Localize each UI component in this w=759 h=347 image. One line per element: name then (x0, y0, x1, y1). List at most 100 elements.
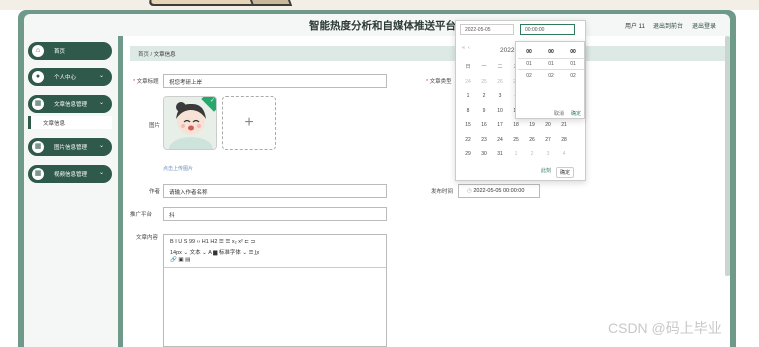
calendar-day[interactable]: 28 (556, 134, 572, 146)
calendar-day[interactable]: 26 (492, 76, 508, 88)
banner-illustration-2 (247, 0, 293, 6)
add-image-button[interactable]: + (222, 96, 276, 150)
calendar-day[interactable]: 24 (492, 134, 508, 146)
calendar-day[interactable]: 25 (476, 76, 492, 88)
breadcrumb-current: 文章信息 (153, 52, 176, 58)
content-label: 文章内容 (136, 235, 159, 241)
author-input[interactable]: 请输入作者名称 (163, 184, 387, 198)
calendar-day[interactable]: 3 (492, 90, 508, 102)
title-label: * 文章标题 (133, 79, 159, 85)
calendar-day[interactable]: 4 (556, 148, 572, 160)
seconds-column[interactable]: 00 01 02 (562, 46, 584, 82)
calendar-day[interactable]: 1 (460, 90, 476, 102)
calendar-day[interactable]: 16 (476, 119, 492, 131)
chevron-down-icon: ⌄ (98, 100, 104, 106)
title-input[interactable]: 祝您考研上岸 (163, 74, 387, 88)
upload-hint: 点击上传图片 (163, 166, 194, 172)
time-option[interactable]: 01 (562, 58, 584, 70)
minutes-column[interactable]: 00 01 02 (540, 46, 562, 82)
time-ok-button[interactable]: 确定 (571, 110, 581, 117)
sidebar-item-articles[interactable]: ▦ 文章信息管理 ⌄ (28, 95, 112, 113)
hours-column[interactable]: 00 01 02 (518, 46, 540, 82)
calendar-day[interactable]: 30 (476, 148, 492, 160)
calendar-day[interactable]: 19 (524, 119, 540, 131)
breadcrumb: 首页 / 文章信息 (130, 46, 726, 61)
sidebar-item-images[interactable]: ▦ 图片信息管理 ⌄ (28, 138, 112, 156)
breadcrumb-separator: / (150, 52, 153, 58)
now-button[interactable]: 此刻 (541, 167, 551, 174)
calendar-day[interactable]: 17 (492, 119, 508, 131)
calendar-day[interactable]: 2 (524, 148, 540, 160)
calendar-day[interactable]: 26 (524, 134, 540, 146)
user-icon: ● (32, 71, 44, 83)
page: 智能热度分析和自媒体推送平台 用户 11 退出到前台 退出登录 ⌂ 首页 ● 个… (0, 0, 759, 347)
calendar-day[interactable]: 27 (540, 134, 556, 146)
chevron-down-icon: ⌄ (98, 170, 104, 176)
sidebar-item-profile[interactable]: ● 个人中心 ⌄ (28, 68, 112, 86)
header: 智能热度分析和自媒体推送平台 用户 11 退出到前台 退出登录 (24, 14, 730, 36)
time-cancel-button[interactable]: 取消 (554, 110, 564, 117)
calendar-day[interactable]: 24 (460, 76, 476, 88)
rich-text-editor[interactable]: B I U S 99 ‹› H1 H2 ☰ ☰ x₂ x² ⊏ ⊐ 14px ⌄… (163, 234, 387, 347)
editor-toolbar-row-3[interactable]: 🔗 ▣ ▤ (170, 257, 190, 263)
back-to-frontend-link[interactable]: 退出到前台 (653, 21, 683, 30)
author-label: 作者 (149, 189, 161, 195)
watermark: CSDN @码上毕业 (608, 320, 722, 336)
time-option[interactable]: 01 (518, 58, 540, 70)
sidebar-item-videos[interactable]: ▦ 视频信息管理 ⌄ (28, 165, 112, 183)
calendar-day[interactable]: 3 (540, 148, 556, 160)
calendar-day[interactable]: 23 (476, 134, 492, 146)
picker-date-input[interactable]: 2022-05-05 (460, 24, 514, 35)
calendar-day[interactable]: 9 (476, 105, 492, 117)
chevron-down-icon: ⌄ (98, 143, 104, 149)
user-name: 用户 11 (625, 24, 645, 30)
uploaded-image[interactable]: ✓ (163, 96, 217, 150)
calendar-day[interactable]: 15 (460, 119, 476, 131)
time-option[interactable]: 02 (540, 70, 562, 82)
prev-year-button[interactable]: « (462, 45, 465, 51)
platform-input[interactable]: 抖 (163, 207, 387, 221)
editor-toolbar-row-2[interactable]: 14px ⌄ 文本 ⌄ A ▆ 标准字体 ⌄ ☰ I̲x (170, 248, 259, 256)
scrollbar[interactable] (725, 36, 730, 276)
calendar-day[interactable]: 18 (508, 119, 524, 131)
editor-divider (164, 267, 386, 268)
weekday-header: 二 (497, 64, 503, 70)
weekday-header: 日 (465, 64, 471, 70)
editor-toolbar-row-1[interactable]: B I U S 99 ‹› H1 H2 ☰ ☰ x₂ x² ⊏ ⊐ (170, 239, 255, 245)
type-label: * 文章类型 (426, 79, 452, 85)
calendar-day[interactable]: 29 (460, 148, 476, 160)
calendar-day[interactable]: 1 (508, 148, 524, 160)
prev-month-button[interactable]: ‹ (468, 45, 470, 51)
calendar-day[interactable]: 22 (460, 134, 476, 146)
breadcrumb-home[interactable]: 首页 (138, 52, 149, 58)
sidebar-item-home[interactable]: ⌂ 首页 (28, 42, 112, 60)
time-option[interactable]: 00 (540, 46, 562, 58)
platform-label: 推广平台 (130, 212, 153, 218)
picker-time-input[interactable]: 00:00:00 (520, 24, 575, 35)
time-option[interactable]: 01 (540, 58, 562, 70)
time-option[interactable]: 00 (518, 46, 540, 58)
calendar-day[interactable]: 20 (540, 119, 556, 131)
time-option[interactable]: 02 (562, 70, 584, 82)
banner (0, 0, 759, 10)
sidebar-subitem-article-info[interactable]: 文章信息 (28, 116, 112, 129)
grid-icon: ▦ (32, 98, 44, 110)
calendar-day[interactable]: 31 (492, 148, 508, 160)
time-spinner: 00 01 02 00 01 02 00 01 02 取消 确定 (515, 41, 585, 119)
calendar-day[interactable]: 21 (556, 119, 572, 131)
calendar-day[interactable]: 10 (492, 105, 508, 117)
calendar-day[interactable]: 2 (476, 90, 492, 102)
time-option[interactable]: 00 (562, 46, 584, 58)
publish-time-input[interactable]: ◷ 2022-05-05 00:00:00 (458, 184, 540, 198)
main-content: 首页 / 文章信息 * 文章标题 祝您考研上岸 * 文章类型 图片 ✓ + 点击… (123, 36, 730, 347)
grid-icon: ▦ (32, 141, 44, 153)
calendar-day[interactable]: 8 (460, 105, 476, 117)
sidebar: ⌂ 首页 ● 个人中心 ⌄ ▦ 文章信息管理 ⌄ 文章信息 ▦ 图片信息管理 ⌄… (24, 36, 118, 347)
picker-ok-button[interactable]: 确定 (556, 167, 575, 178)
check-icon: ✓ (209, 98, 215, 104)
image-label: 图片 (149, 123, 161, 129)
calendar-day[interactable]: 25 (508, 134, 524, 146)
weekday-header: 一 (481, 64, 487, 70)
time-option[interactable]: 02 (518, 70, 540, 82)
logout-link[interactable]: 退出登录 (692, 21, 716, 30)
